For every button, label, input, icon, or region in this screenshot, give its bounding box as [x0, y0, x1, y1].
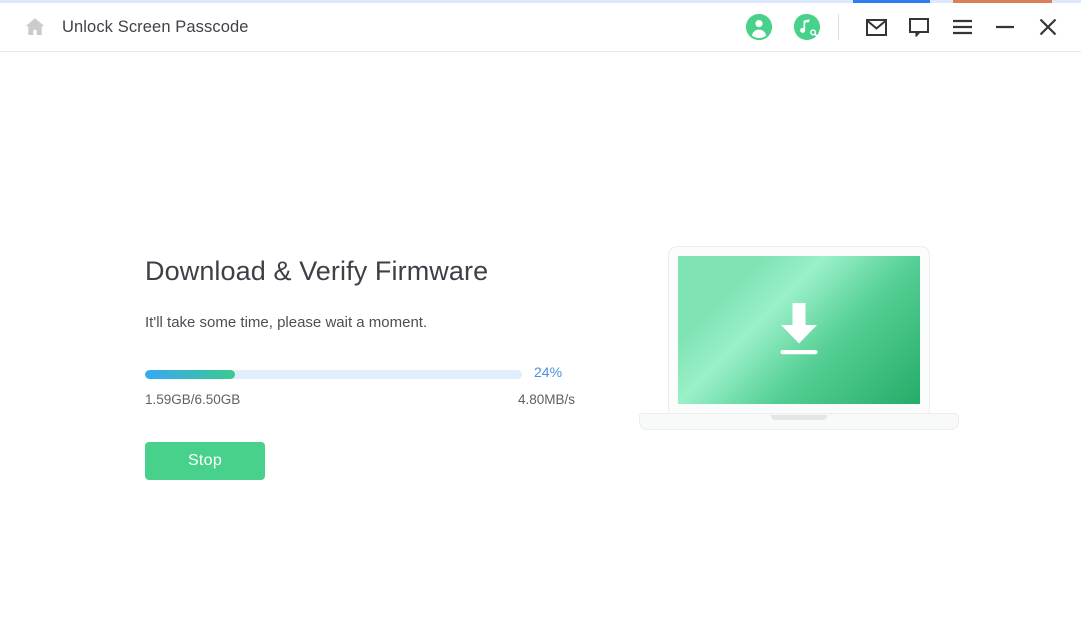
download-arrow-icon: [768, 299, 830, 361]
mail-icon[interactable]: [861, 12, 891, 42]
close-icon[interactable]: [1033, 12, 1063, 42]
hamburger-menu-icon[interactable]: [947, 12, 977, 42]
laptop-screen: [678, 256, 920, 404]
main-content: Download & Verify Firmware It'll take so…: [0, 52, 1081, 642]
page-title: Unlock Screen Passcode: [62, 18, 249, 37]
progress-percent-label: 24%: [534, 364, 562, 380]
home-icon[interactable]: [22, 14, 48, 40]
progress-track: [145, 370, 522, 379]
download-speed-label: 4.80MB/s: [518, 392, 575, 407]
account-icon[interactable]: [746, 14, 772, 40]
progress-meta: 1.59GB/6.50GB 4.80MB/s: [145, 392, 575, 410]
music-search-icon[interactable]: [794, 14, 820, 40]
progress-fill: [145, 370, 235, 379]
download-heading: Download & Verify Firmware: [145, 256, 585, 287]
download-subheading: It'll take some time, please wait a mome…: [145, 287, 585, 331]
download-status-panel: Download & Verify Firmware It'll take so…: [145, 256, 585, 480]
downloaded-size-label: 1.59GB/6.50GB: [145, 392, 240, 407]
title-bar-actions: [746, 3, 1081, 51]
app-window: Unlock Screen Passcode: [0, 3, 1081, 641]
titlebar-divider: [838, 14, 839, 40]
laptop-download-illustration: [639, 246, 959, 436]
minimize-icon[interactable]: [990, 12, 1020, 42]
stop-button[interactable]: Stop: [145, 442, 265, 480]
progress-bar: 24%: [145, 367, 585, 383]
feedback-icon[interactable]: [904, 12, 934, 42]
laptop-lid: [668, 246, 930, 414]
laptop-trackpad-notch: [771, 415, 827, 420]
title-bar: Unlock Screen Passcode: [0, 3, 1081, 52]
